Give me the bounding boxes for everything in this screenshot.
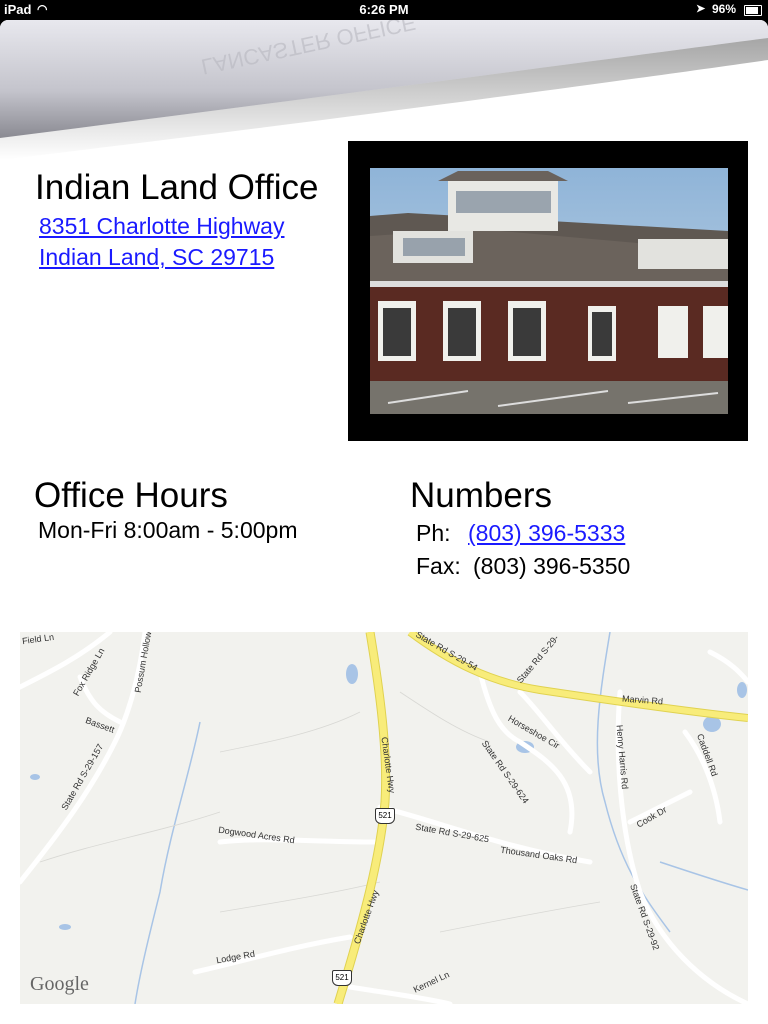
office-photo [348,141,748,441]
route-521-shield-upper: 521 [375,808,395,824]
google-attribution: Google [30,973,89,995]
route-521-shield-lower: 521 [332,970,352,986]
battery-percent: 96% [712,2,737,16]
location-arrow-icon: ➤ [696,3,706,15]
fax-label: Fax: [416,553,461,579]
fax-number: (803) 396-5350 [473,553,631,579]
phone-label: Ph: [416,520,451,546]
phone-link[interactable]: (803) 396-5333 [468,520,625,547]
address-line1-link[interactable]: 8351 Charlotte Highway [39,213,284,240]
battery-icon [744,5,762,16]
status-bar: iPad ◠ 6:26 PM ➤ 96% [0,0,768,20]
hours-heading: Office Hours [34,476,228,515]
location-map[interactable]: 521 521 State Rd S-29-54 State Rd S-29- … [20,632,748,1004]
hours-text: Mon-Fri 8:00am - 5:00pm [38,517,298,543]
address-line2-link[interactable]: Indian Land, SC 29715 [39,244,274,271]
office-title: Indian Land Office [35,168,319,207]
numbers-heading: Numbers [410,476,552,515]
app-screen: LANCASTER OFFICE Indian Land Office 8351… [0,20,768,1024]
status-time: 6:26 PM [359,2,409,17]
